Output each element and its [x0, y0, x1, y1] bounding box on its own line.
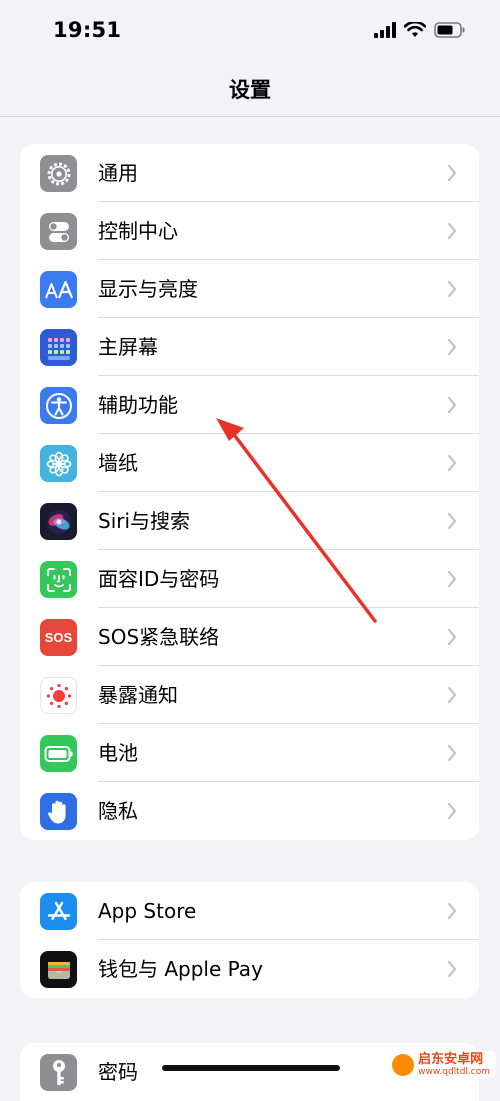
- navigation-bar: 设置: [0, 64, 500, 117]
- settings-row-control-center[interactable]: 控制中心: [20, 202, 479, 260]
- settings-row-display-brightness[interactable]: 显示与亮度: [20, 260, 479, 318]
- status-icons: [374, 22, 466, 38]
- wallet-icon: [40, 951, 77, 988]
- chevron-right-icon: [447, 164, 457, 182]
- settings-row-label: App Store: [98, 899, 197, 923]
- settings-row-label: 暴露通知: [98, 683, 178, 707]
- watermark-logo-icon: [392, 1054, 415, 1076]
- key-icon: [40, 1054, 77, 1091]
- settings-group-store: App Store 钱包与 Apple Pay: [20, 882, 479, 998]
- settings-row-home-screen[interactable]: 主屏幕: [20, 318, 479, 376]
- chevron-right-icon: [447, 902, 457, 920]
- settings-row-wallpaper[interactable]: 墙纸: [20, 434, 479, 492]
- settings-row-label: 主屏幕: [98, 335, 158, 359]
- text-size-icon: [40, 271, 77, 308]
- settings-row-label: 面容ID与密码: [98, 567, 220, 591]
- settings-row-emergency-sos[interactable]: SOS SOS紧急联络: [20, 608, 479, 666]
- watermark-name: 启东安卓网: [418, 1052, 484, 1067]
- settings-row-accessibility[interactable]: 辅助功能: [20, 376, 479, 434]
- settings-row-label: Siri与搜索: [98, 509, 191, 533]
- chevron-right-icon: [447, 744, 457, 762]
- chevron-right-icon: [447, 570, 457, 588]
- flower-icon: [40, 445, 77, 482]
- chevron-right-icon: [447, 222, 457, 240]
- wifi-icon: [404, 22, 426, 37]
- chevron-right-icon: [447, 396, 457, 414]
- chevron-right-icon: [447, 338, 457, 356]
- settings-row-wallet-apple-pay[interactable]: 钱包与 Apple Pay: [20, 940, 479, 998]
- settings-row-privacy[interactable]: 隐私: [20, 782, 479, 840]
- gear-icon: [40, 155, 77, 192]
- settings-row-label: 控制中心: [98, 219, 178, 243]
- battery-status-icon: [434, 22, 465, 38]
- settings-row-label: 显示与亮度: [98, 277, 198, 301]
- switches-icon: [40, 213, 77, 250]
- watermark: 启东安卓网 www.qdltdl.com: [386, 1051, 496, 1079]
- cellular-signal-icon: [374, 22, 396, 38]
- chevron-right-icon: [447, 802, 457, 820]
- settings-row-label: 钱包与 Apple Pay: [98, 957, 263, 981]
- exposure-icon: [40, 677, 77, 714]
- settings-row-label: 电池: [98, 741, 138, 765]
- settings-row-label: 辅助功能: [98, 393, 178, 417]
- settings-row-battery[interactable]: 电池: [20, 724, 479, 782]
- settings-row-exposure-notifications[interactable]: 暴露通知: [20, 666, 479, 724]
- settings-row-siri-search[interactable]: Siri与搜索: [20, 492, 479, 550]
- settings-group-main: 通用 控制中心 显示与亮度 主屏幕 辅助功能 墙纸 Siri与搜索 面容ID与密…: [20, 144, 479, 840]
- settings-row-label: 通用: [98, 161, 138, 185]
- settings-row-app-store[interactable]: App Store: [20, 882, 479, 940]
- home-grid-icon: [40, 329, 77, 366]
- settings-row-label: 墙纸: [98, 451, 138, 475]
- status-time: 19:51: [53, 18, 122, 42]
- hand-icon: [40, 793, 77, 830]
- status-bar: 19:51: [0, 0, 500, 64]
- home-indicator[interactable]: [162, 1065, 340, 1071]
- accessibility-icon: [40, 387, 77, 424]
- app-store-icon: [40, 893, 77, 930]
- settings-row-face-id-passcode[interactable]: 面容ID与密码: [20, 550, 479, 608]
- chevron-right-icon: [447, 686, 457, 704]
- battery-icon: [40, 735, 77, 772]
- sos-icon-text: SOS: [44, 630, 73, 645]
- settings-row-label: SOS紧急联络: [98, 625, 220, 649]
- settings-row-general[interactable]: 通用: [20, 144, 479, 202]
- chevron-right-icon: [447, 628, 457, 646]
- siri-icon: [40, 503, 77, 540]
- settings-row-label: 隐私: [98, 799, 138, 823]
- chevron-right-icon: [447, 960, 457, 978]
- settings-row-label: 密码: [98, 1060, 138, 1084]
- chevron-right-icon: [447, 454, 457, 472]
- chevron-right-icon: [447, 512, 457, 530]
- chevron-right-icon: [447, 280, 457, 298]
- page-title: 设置: [229, 78, 271, 102]
- watermark-url: www.qdltdl.com: [418, 1067, 490, 1077]
- sos-icon: SOS: [40, 619, 77, 656]
- face-id-icon: [40, 561, 77, 598]
